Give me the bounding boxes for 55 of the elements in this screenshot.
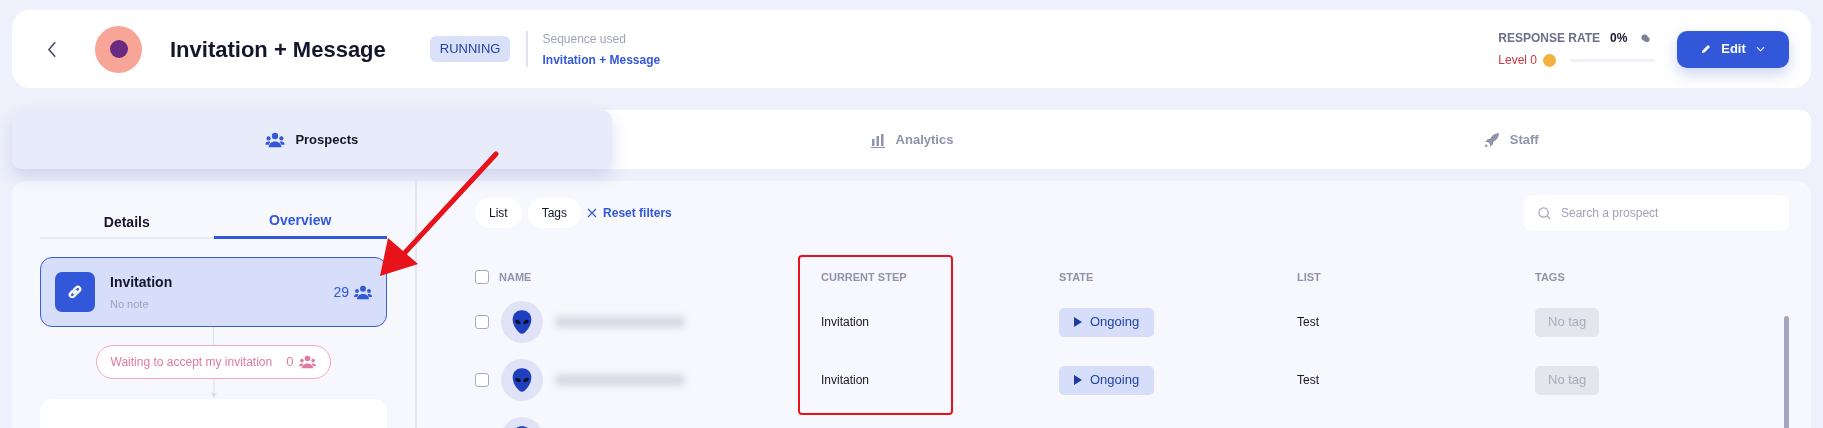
column-header: TAGS [1535,269,1565,285]
state-badge: Ongoing [1059,365,1155,395]
search-icon [1538,207,1551,220]
pill-label: Waiting to accept my invitation [110,354,273,371]
campaign-title: Invitation + Message [170,35,386,64]
column-header: CURRENT STEP [821,269,907,285]
pencil-icon [1701,44,1712,54]
users-icon [265,131,286,148]
users-icon [354,284,372,300]
page-tab[interactable]: Analytics [611,110,1212,169]
select-all-checkbox[interactable] [475,270,489,284]
avatar-drawing [501,359,543,401]
bar-chart-icon [869,131,886,148]
step-count: 29 [333,282,349,302]
column-header: LIST [1297,269,1321,285]
side-tab[interactable]: Details [40,205,214,239]
response-rate-label: RESPONSE RATE [1498,30,1601,47]
filter-button[interactable]: List [475,198,522,228]
pill-count: 0 [286,353,294,372]
filter-button[interactable]: Tags [527,198,582,228]
page-tab[interactable]: Prospects [12,110,612,169]
sequence-label: Sequence used [542,30,627,48]
reset-filters-button[interactable]: Reset filters [587,204,672,222]
rocket-icon [1483,131,1500,148]
state-badge: Ongoing [1059,307,1155,337]
search-field[interactable]: Search a prospect [1524,195,1789,231]
close-icon [587,208,598,218]
tag-badge: No tag [1535,365,1600,395]
users-icon [299,355,317,369]
connector-arrow [210,379,217,399]
chevron-down-icon [1755,46,1765,52]
avatar-drawing [501,301,543,343]
side-tab[interactable]: Overview [213,205,387,239]
step-title: Invitation [110,272,174,292]
row-checkbox[interactable] [475,315,489,329]
row-checkbox[interactable] [475,373,489,387]
play-icon [1074,375,1082,385]
edit-button[interactable]: Edit [1677,30,1789,68]
play-icon [1074,317,1082,327]
link-icon [55,272,95,312]
table-cell-text: Test [1297,314,1320,331]
table-cell-text: Test [1297,372,1320,389]
level-text: Level 0 [1498,52,1537,69]
step-note: No note [110,296,150,312]
table-cell-text: Invitation [821,372,871,389]
column-header: NAME [499,269,532,285]
step-card[interactable]: Invitation No note 29 [40,257,387,327]
response-rate-value: 0% [1610,30,1628,47]
tag-badge: No tag [1535,307,1600,337]
sequence-link[interactable]: Invitation + Message [542,50,661,69]
back-icon[interactable] [48,40,57,58]
campaign-logo-icon [95,25,142,73]
column-header: STATE [1059,269,1094,285]
status-badge: RUNNING [429,36,511,62]
table-cell-text: Invitation [821,314,871,331]
